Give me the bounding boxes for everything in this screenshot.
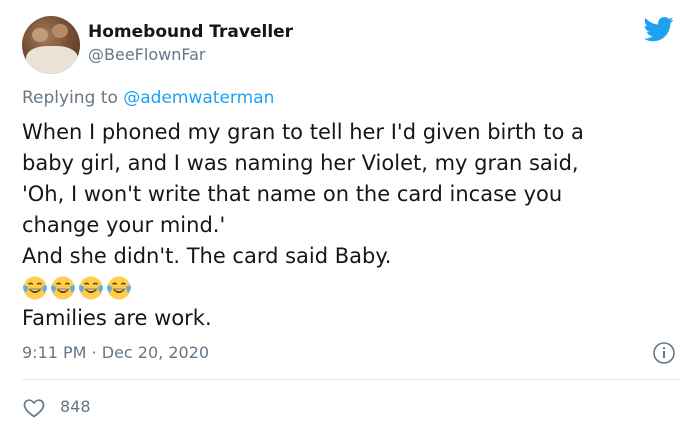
author-handle[interactable]: @BeeFlownFar <box>88 45 205 64</box>
avatar-detail <box>32 28 48 42</box>
tweet-body-line: 'Oh, I won't write that name on the card… <box>22 182 563 206</box>
divider <box>22 379 679 380</box>
tweet-body: When I phoned my gran to tell her I'd gi… <box>22 117 682 334</box>
tweet-body-line: baby girl, and I was naming her Violet, … <box>22 151 579 175</box>
like-count[interactable]: 848 <box>60 397 91 416</box>
avatar-detail <box>26 46 78 74</box>
tweet-body-line: change your mind.' <box>22 213 226 237</box>
avatar[interactable] <box>22 16 80 74</box>
author-display-name[interactable]: Homebound Traveller <box>88 22 293 42</box>
reply-prefix: Replying to <box>22 88 118 108</box>
heart-icon[interactable] <box>22 396 46 420</box>
emoji-row <box>22 272 682 303</box>
tears-of-joy-emoji-icon <box>79 275 103 300</box>
tweet-body-line: When I phoned my gran to tell her I'd gi… <box>22 120 584 144</box>
info-icon[interactable] <box>652 341 676 365</box>
tweet-card: Homebound Traveller @BeeFlownFar Replyin… <box>0 0 700 434</box>
tweet-time: 9:11 PM <box>22 343 87 362</box>
avatar-detail <box>52 24 68 38</box>
reply-target-link[interactable]: @ademwaterman <box>123 88 274 108</box>
timestamp-separator: · <box>91 343 97 362</box>
tears-of-joy-emoji-icon <box>23 275 47 300</box>
tears-of-joy-emoji-icon <box>51 275 75 300</box>
tweet-timestamp[interactable]: 9:11 PM · Dec 20, 2020 <box>22 343 209 362</box>
tweet-body-closing: Families are work. <box>22 306 212 330</box>
twitter-bird-icon[interactable] <box>642 14 676 44</box>
reply-context: Replying to @ademwaterman <box>22 88 274 108</box>
tweet-body-line: And she didn't. The card said Baby. <box>22 244 392 268</box>
tears-of-joy-emoji-icon <box>107 275 131 300</box>
tweet-date: Dec 20, 2020 <box>101 343 210 362</box>
